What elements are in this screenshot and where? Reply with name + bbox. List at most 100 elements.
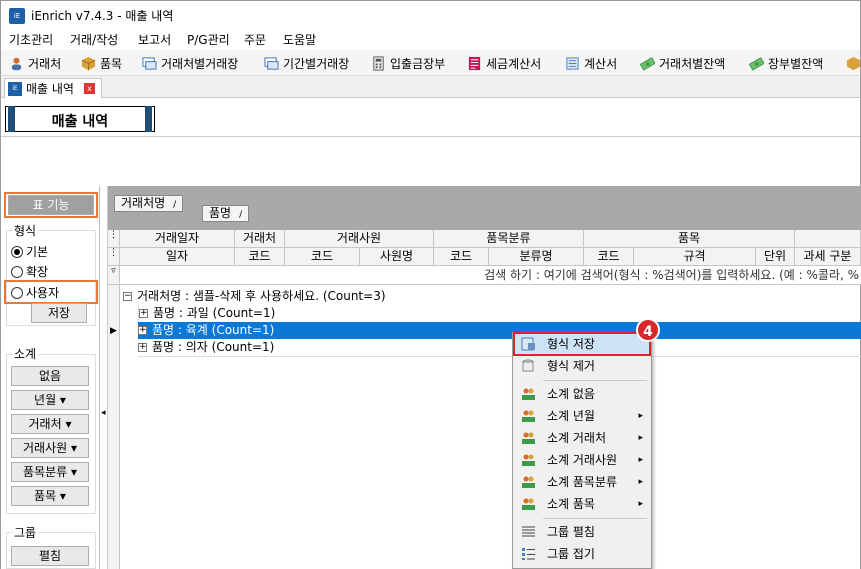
- header-employee[interactable]: 거래사원: [285, 230, 434, 248]
- person-icon: [11, 57, 22, 70]
- header-employee-code[interactable]: 코드: [285, 248, 360, 266]
- format-user-radio[interactable]: 사용자: [11, 284, 59, 301]
- group-row-item[interactable]: + 품명 : 의자 (Count=1): [138, 339, 861, 356]
- people-icon: [522, 432, 535, 444]
- toolbar-customer-balance-button[interactable]: 거래처별잔액: [640, 54, 725, 72]
- group-expand-button[interactable]: 펼침: [11, 546, 89, 566]
- subtotal-month-button[interactable]: 년월 ▾: [11, 390, 89, 410]
- people-icon: [522, 388, 535, 400]
- group-by-panel: 거래처명 / 품명 /: [108, 186, 861, 230]
- menu-item-label: 소계 년월: [547, 409, 595, 423]
- toolbar-item-button[interactable]: 품목: [81, 54, 122, 72]
- group-chip-item-name[interactable]: 품명 /: [202, 205, 250, 222]
- app-icon: iE: [8, 81, 22, 96]
- menu-item-subtotal-customer[interactable]: 소계 거래처 ▸: [515, 428, 649, 448]
- toolbar-book-balance-button[interactable]: 장부별잔액: [749, 54, 823, 72]
- current-row-arrow-icon: ▶: [110, 326, 117, 336]
- expand-icon[interactable]: +: [138, 326, 147, 335]
- subtotal-customer-button[interactable]: 거래처 ▾: [11, 414, 89, 434]
- menu-basic[interactable]: 기초관리: [9, 31, 53, 48]
- header-item[interactable]: 품목: [584, 230, 795, 248]
- header-spec[interactable]: 규격: [634, 248, 756, 266]
- header-trade-date[interactable]: 거래일자: [120, 230, 235, 248]
- header-tax-type[interactable]: 과세 구분: [795, 248, 861, 266]
- toolbar-customer-button[interactable]: 거래처: [9, 54, 61, 72]
- header-category-code[interactable]: 코드: [434, 248, 489, 266]
- header-selector: ⋮: [108, 248, 120, 266]
- subtotal-none-button[interactable]: 없음: [11, 366, 89, 386]
- menu-item-label: 소계 거래처: [547, 431, 607, 445]
- header-category[interactable]: 품목분류: [434, 230, 584, 248]
- expand-icon[interactable]: +: [139, 309, 148, 318]
- menu-pg[interactable]: P/G관리: [187, 31, 230, 48]
- group-row-item-selected[interactable]: + 품명 : 육계 (Count=1): [138, 322, 861, 339]
- panel-splitter[interactable]: ◂: [100, 186, 108, 569]
- calculator-icon: [373, 55, 384, 71]
- toolbar-cashbook-button[interactable]: 입출금장부: [371, 54, 445, 72]
- menu-transaction[interactable]: 거래/작성: [70, 31, 118, 48]
- remove-format-icon: [522, 359, 534, 372]
- toolbar-label: 기간별거래장: [283, 56, 350, 71]
- menu-item-label: 그룹 펼침: [547, 525, 595, 539]
- toolbar-label: 거래처별잔액: [659, 56, 726, 71]
- collapse-list-icon: [522, 548, 535, 560]
- header-customer[interactable]: 거래처: [235, 230, 285, 248]
- subtotal-category-button[interactable]: 품목분류 ▾: [11, 462, 89, 482]
- group-row-item[interactable]: + 품명 : 과일 (Count=1): [138, 305, 861, 322]
- menu-item-remove-format[interactable]: 형식 제거: [515, 356, 649, 376]
- close-icon[interactable]: x: [83, 83, 95, 94]
- header-category-name[interactable]: 분류명: [489, 248, 584, 266]
- toolbar-tax-invoice-button[interactable]: 세금계산서: [467, 54, 541, 72]
- tab-sales-history[interactable]: iE 매출 내역 x: [4, 78, 102, 98]
- group-chip-customer[interactable]: 거래처명 /: [114, 195, 184, 212]
- toolbar-label: 품목: [100, 56, 123, 71]
- expand-icon[interactable]: +: [138, 343, 147, 352]
- save-format-icon: [521, 337, 535, 351]
- divider: [138, 356, 861, 357]
- subtotal-label: 소계: [12, 345, 39, 362]
- header-customer-code[interactable]: 코드: [235, 248, 285, 266]
- menu-report[interactable]: 보고서: [138, 31, 171, 48]
- header-item-code[interactable]: 코드: [584, 248, 634, 266]
- toolbar: 거래처 품목 거래처별거래장 기간별거래장 입출금장부 세금계산서 계산서 거래…: [0, 50, 861, 76]
- window-title: iEnrich v7.4.3 - 매출 내역: [31, 9, 174, 23]
- menu-item-subtotal-category[interactable]: 소계 품목분류 ▸: [515, 472, 649, 492]
- menu-item-group-collapse[interactable]: 그룹 접기: [515, 544, 649, 564]
- toolbar-customer-ledger-button[interactable]: 거래처별거래장: [142, 54, 238, 72]
- menu-help[interactable]: 도움말: [283, 31, 316, 48]
- menu-item-subtotal-none[interactable]: 소계 없음: [515, 384, 649, 404]
- format-save-button[interactable]: 저장: [31, 303, 87, 323]
- tab-label: 매출 내역: [26, 82, 74, 96]
- menu-order[interactable]: 주문: [244, 31, 266, 48]
- table-features-button[interactable]: 표 기능: [8, 195, 94, 215]
- divider: [1, 136, 860, 137]
- menu-item-label: 소계 품목: [547, 497, 595, 511]
- header-unit[interactable]: 단위: [756, 248, 795, 266]
- menu-item-subtotal-month[interactable]: 소계 년월 ▸: [515, 406, 649, 426]
- menu-item-subtotal-item[interactable]: 소계 품목 ▸: [515, 494, 649, 514]
- tax-invoice-icon: [468, 56, 481, 70]
- subtotal-item-button[interactable]: 품목 ▾: [11, 486, 89, 506]
- menu-item-label: 형식 제거: [547, 359, 595, 373]
- menu-item-save-format[interactable]: 형식 저장: [513, 332, 651, 356]
- subtotal-employee-button[interactable]: 거래사원 ▾: [11, 438, 89, 458]
- chevron-left-icon[interactable]: ◂: [101, 408, 106, 418]
- collapse-icon[interactable]: −: [123, 292, 132, 301]
- filter-icon[interactable]: ▿: [108, 266, 120, 285]
- radio-label: 확장: [26, 265, 49, 279]
- toolbar-period-ledger-button[interactable]: 기간별거래장: [264, 54, 349, 72]
- search-filter-row[interactable]: 검색 하기 : 여기에 검색어(형식 : %검색어)를 입력하세요. (예 : …: [120, 266, 861, 285]
- header-employee-name[interactable]: 사원명: [360, 248, 434, 266]
- menu-item-group-expand[interactable]: 그룹 펼침: [515, 522, 649, 542]
- radio-dot: [11, 245, 23, 258]
- group-row-customer[interactable]: − 거래처명 : 샘플-삭제 후 사용하세요. (Count=3): [123, 288, 861, 305]
- toolbar-more-button[interactable]: [846, 54, 861, 72]
- format-basic-radio[interactable]: 기본: [11, 243, 48, 260]
- header-extra[interactable]: [795, 230, 861, 248]
- format-extended-radio[interactable]: 확장: [11, 263, 48, 280]
- menu-bar: 기초관리 거래/작성 보고서 P/G관리 주문 도움말: [0, 28, 861, 50]
- menu-item-subtotal-employee[interactable]: 소계 거래사원 ▸: [515, 450, 649, 470]
- header-date[interactable]: 일자: [120, 248, 235, 266]
- toolbar-invoice-button[interactable]: 계산서: [565, 54, 617, 72]
- box-icon: [846, 56, 861, 70]
